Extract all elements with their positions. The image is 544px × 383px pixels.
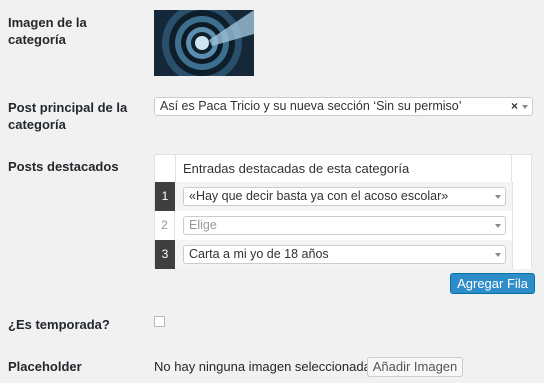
featured-post-select[interactable]: «Hay que decir basta ya con el acoso esc…: [183, 187, 506, 206]
image-label: Imagen de la categoría: [8, 15, 87, 47]
table-row: 1 «Hay que decir basta ya con el acoso e…: [155, 182, 531, 211]
featured-label: Posts destacados: [8, 159, 119, 174]
add-row-button[interactable]: Agregar Fila: [450, 273, 535, 294]
season-label: ¿Es temporada?: [8, 317, 110, 332]
row-number[interactable]: 2: [155, 211, 175, 240]
featured-post-select[interactable]: Elige: [183, 216, 506, 235]
row-actions-cell[interactable]: [512, 240, 531, 269]
chevron-down-icon: [495, 253, 501, 257]
featured-posts-table: Entradas destacadas de esta categoría 1 …: [154, 154, 532, 269]
season-checkbox[interactable]: [154, 316, 165, 327]
add-image-button[interactable]: Añadir Imagen: [367, 357, 463, 377]
main-post-label: Post principal de la categoría: [8, 100, 128, 132]
table-row: 3 Carta a mi yo de 18 años: [155, 240, 531, 269]
main-post-value: Así es Paca Tricio y su nueva sección ‘S…: [160, 99, 462, 113]
placeholder-label: Placeholder: [8, 359, 82, 374]
clear-icon[interactable]: ×: [511, 98, 518, 115]
chevron-down-icon: [495, 195, 501, 199]
featured-post-select[interactable]: Carta a mi yo de 18 años: [183, 245, 506, 264]
row-actions-cell[interactable]: [512, 211, 531, 240]
row-actions-cell[interactable]: [512, 182, 531, 211]
chevron-down-icon: [495, 224, 501, 228]
table-row: 2 Elige: [155, 211, 531, 240]
main-post-select[interactable]: Así es Paca Tricio y su nueva sección ‘S…: [154, 97, 533, 116]
featured-post-placeholder: Elige: [189, 218, 217, 232]
row-number[interactable]: 3: [155, 240, 175, 269]
row-number[interactable]: 1: [155, 182, 175, 211]
featured-post-value: Carta a mi yo de 18 años: [189, 247, 329, 261]
category-image-thumbnail[interactable]: [154, 10, 254, 76]
featured-header: Entradas destacadas de esta categoría: [175, 155, 512, 182]
spiral-staircase-image: [154, 10, 254, 76]
chevron-down-icon: [522, 105, 528, 109]
featured-post-value: «Hay que decir basta ya con el acoso esc…: [189, 189, 449, 203]
no-image-text: No hay ninguna imagen seleccionada: [154, 359, 371, 374]
